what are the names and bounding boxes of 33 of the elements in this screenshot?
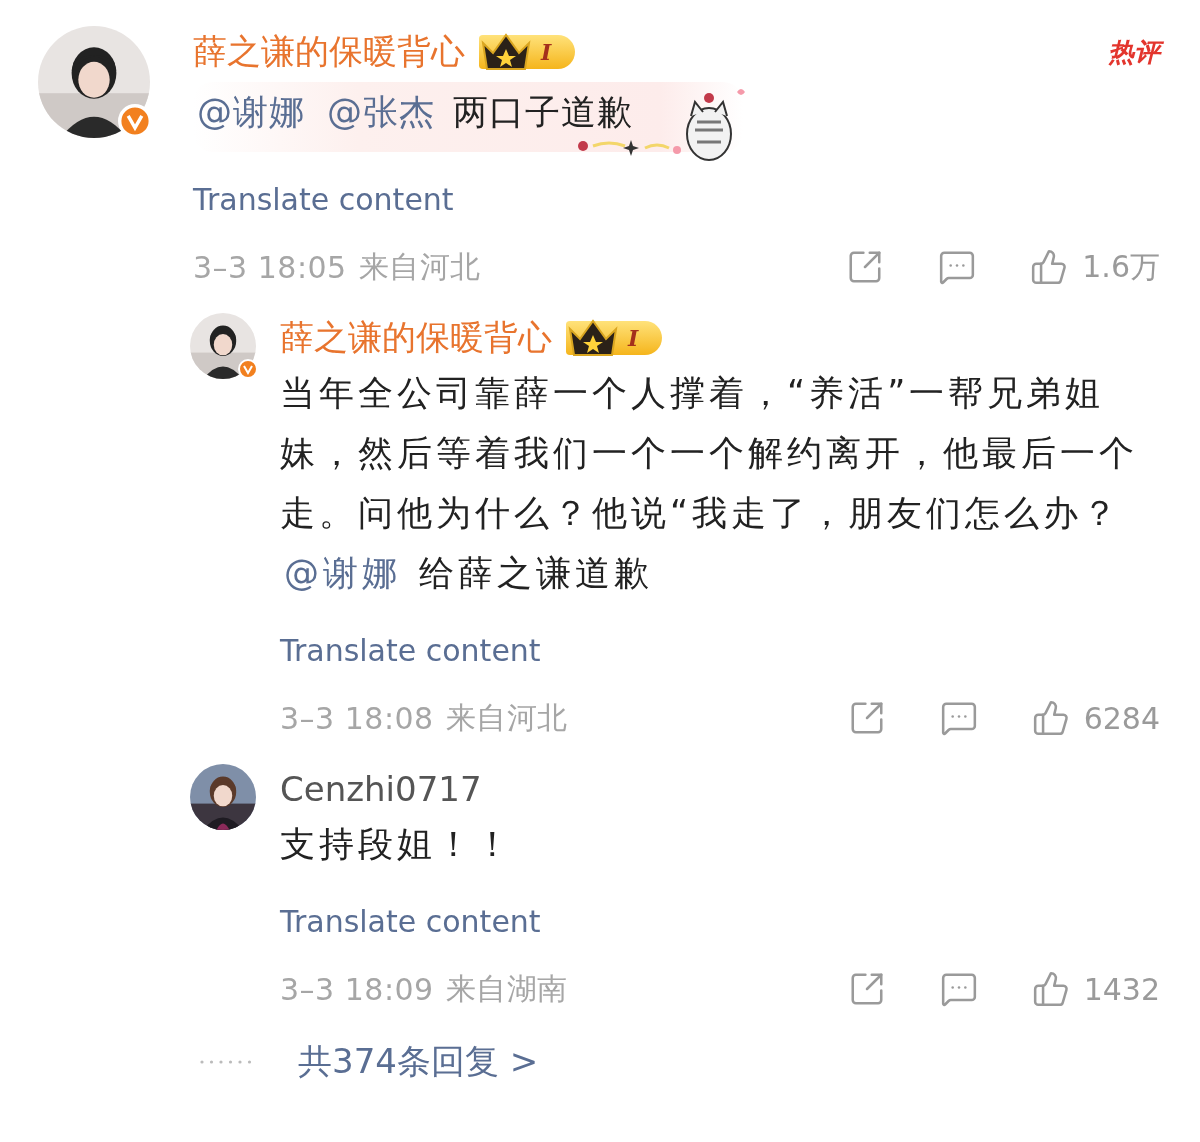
comment-icon[interactable] xyxy=(939,970,978,1008)
more-replies-link[interactable]: 共374条回复 > xyxy=(298,1039,539,1085)
user-name[interactable]: 薛之谦的保暖背心 xyxy=(193,29,465,75)
translate-link[interactable]: Translate content xyxy=(193,182,454,217)
mention-link[interactable]: @谢娜 xyxy=(284,553,401,593)
like-button[interactable]: 1.6万 xyxy=(1030,246,1160,288)
thumbs-up-icon xyxy=(1030,248,1069,286)
comment-location: 来自河北 xyxy=(358,247,481,286)
comment-time: 3–3 18:05 xyxy=(193,249,347,285)
comment-icon[interactable] xyxy=(938,248,977,286)
like-button[interactable]: 6284 xyxy=(1031,699,1160,737)
like-button[interactable]: 1432 xyxy=(1031,970,1160,1008)
comment-text: @谢娜 @张杰 两口子道歉 xyxy=(196,91,633,134)
member-badge: I xyxy=(566,321,663,355)
comment-location: 来自湖南 xyxy=(445,969,568,1008)
comment-time: 3–3 18:08 xyxy=(280,700,434,736)
thumbs-up-icon xyxy=(1031,699,1070,737)
dots-icon xyxy=(198,1059,254,1065)
comment-text: 当年全公司靠薛一个人撑着，“养活”一帮兄弟姐妹，然后等着我们一个一个解约离开，他最后一个走。问他为什么？他说“我走了，朋友们怎么办？ @谢娜 给薛之谦道歉 xyxy=(280,372,1139,595)
mention-link[interactable]: @谢娜 xyxy=(197,92,305,132)
mention-link[interactable]: @张杰 xyxy=(327,92,435,132)
translate-link[interactable]: Translate content xyxy=(280,904,541,939)
user-name[interactable]: 薛之谦的保暖背心 xyxy=(280,315,552,361)
comment-text: 支持段姐！！ xyxy=(280,823,515,866)
user-name[interactable]: Cenzhi0717 xyxy=(280,769,482,809)
verified-icon xyxy=(118,104,152,138)
thumbs-up-icon xyxy=(1031,970,1070,1008)
member-badge: I xyxy=(479,35,576,69)
verified-icon xyxy=(238,359,258,379)
comment-time: 3–3 18:09 xyxy=(280,971,434,1007)
translate-link[interactable]: Translate content xyxy=(280,633,541,668)
comment-icon[interactable] xyxy=(939,699,978,737)
comment-location: 来自河北 xyxy=(445,698,568,737)
